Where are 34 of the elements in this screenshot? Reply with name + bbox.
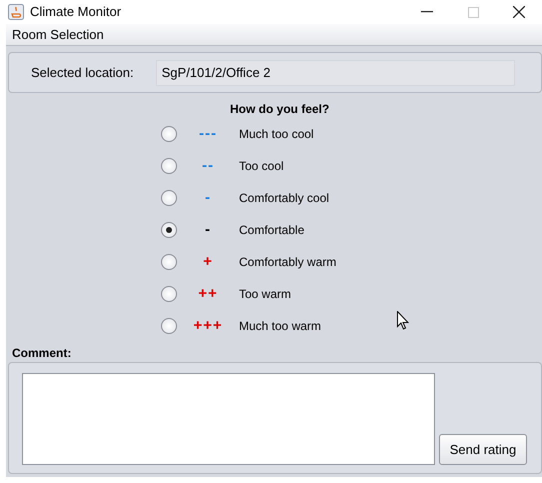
option-label: Much too warm [239,318,322,335]
rating-symbol: --- [199,124,217,144]
radio-button[interactable] [161,254,177,270]
question-heading: How do you feel? [230,101,330,118]
app-icon [8,4,24,20]
option-label: Comfortable [239,222,304,239]
rating-symbol: - [205,188,211,208]
mouse-pointer-icon [397,311,409,330]
option-label: Comfortably cool [239,190,330,207]
close-icon [513,6,525,18]
option-label: Much too cool [239,126,314,143]
option-label: Comfortably warm [239,254,336,271]
maximize-icon [468,6,478,18]
comment-label: Comment: [12,346,72,360]
radio-button[interactable] [161,286,177,302]
radio-button[interactable] [161,222,177,238]
rating-symbol: - [205,220,211,240]
menu-item[interactable]: Room Selection [6,24,110,44]
minimize-icon [421,11,433,13]
rating-symbol: -- [202,156,214,176]
radio-button[interactable] [161,190,177,206]
rating-symbol: + [203,252,213,272]
send-rating-button[interactable]: Send rating [439,434,527,465]
radio-button[interactable] [161,126,177,142]
radio-button[interactable] [161,318,177,334]
window-title: Climate Monitor [30,3,122,22]
radio-button[interactable] [161,158,177,174]
location-field[interactable]: SgP/101/2/Office 2 [156,60,515,86]
rating-symbol: ++ [198,284,218,304]
option-label: Too cool [239,158,284,175]
comment-field[interactable] [22,373,435,465]
location-label: Selected location: [31,64,134,82]
option-label: Too warm [239,286,292,303]
rating-symbol: +++ [193,316,223,336]
